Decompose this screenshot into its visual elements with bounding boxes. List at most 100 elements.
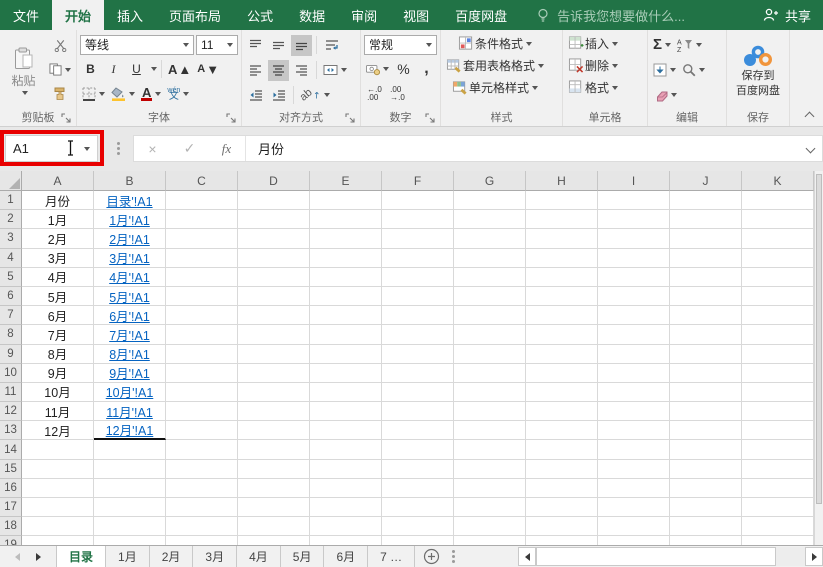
number-format-select[interactable]: 常规 <box>364 34 437 55</box>
cell-H10[interactable] <box>526 363 598 383</box>
insert-function-button[interactable]: fx <box>208 136 245 161</box>
cell-H13[interactable] <box>526 421 598 441</box>
cell-F16[interactable] <box>382 478 454 498</box>
cell-I17[interactable] <box>598 498 670 518</box>
cell-I11[interactable] <box>598 382 670 403</box>
cell-D8[interactable] <box>238 325 310 345</box>
cell-E3[interactable] <box>310 229 382 249</box>
cell-D4[interactable] <box>238 248 310 268</box>
cell-C6[interactable] <box>166 286 238 307</box>
cell-C15[interactable] <box>166 459 238 479</box>
row-header-14[interactable]: 14 <box>0 440 22 460</box>
cell-B13[interactable]: 12月'!A1 <box>94 421 166 441</box>
cell-I13[interactable] <box>598 421 670 441</box>
font-size-select[interactable]: 11 <box>196 34 238 55</box>
row-header-13[interactable]: 13 <box>0 421 22 441</box>
paste-button[interactable]: 粘贴 <box>3 33 44 108</box>
clear-button[interactable] <box>651 85 679 106</box>
cell-A17[interactable] <box>22 498 94 518</box>
cell-I7[interactable] <box>598 306 670 326</box>
cell-D17[interactable] <box>238 498 310 518</box>
cell-E5[interactable] <box>310 267 382 287</box>
cell-B3[interactable]: 2月'!A1 <box>94 229 166 249</box>
cell-C16[interactable] <box>166 478 238 498</box>
cell-D7[interactable] <box>238 306 310 326</box>
percent-style-button[interactable]: % <box>393 59 414 80</box>
cell-J11[interactable] <box>670 382 742 403</box>
sheet-tab-5月[interactable]: 5月 <box>281 546 325 567</box>
hscroll-left-arrow[interactable] <box>518 547 536 566</box>
column-header-K[interactable]: K <box>742 171 814 191</box>
cell-C18[interactable] <box>166 517 238 537</box>
merge-center-button[interactable] <box>321 60 349 81</box>
cell-F3[interactable] <box>382 229 454 249</box>
cell-K12[interactable] <box>742 402 814 422</box>
cell-B9[interactable]: 8月'!A1 <box>94 344 166 364</box>
cell-C2[interactable] <box>166 210 238 230</box>
column-header-G[interactable]: G <box>454 171 526 191</box>
cell-F17[interactable] <box>382 498 454 518</box>
autosum-button[interactable]: Σ <box>651 35 673 56</box>
cell-B18[interactable] <box>94 517 166 537</box>
hyperlink-cell-B9[interactable]: 8月'!A1 <box>109 345 150 363</box>
cell-F1[interactable] <box>382 191 454 211</box>
column-header-H[interactable]: H <box>526 171 598 191</box>
cell-F2[interactable] <box>382 210 454 230</box>
cell-I1[interactable] <box>598 191 670 211</box>
row-header-4[interactable]: 4 <box>0 248 22 268</box>
cell-J1[interactable] <box>670 191 742 211</box>
cell-D1[interactable] <box>238 191 310 211</box>
cell-I5[interactable] <box>598 267 670 287</box>
cell-D2[interactable] <box>238 210 310 230</box>
column-header-D[interactable]: D <box>238 171 310 191</box>
cell-F12[interactable] <box>382 402 454 422</box>
cell-C13[interactable] <box>166 421 238 441</box>
sheet-tab-3月[interactable]: 3月 <box>193 546 238 567</box>
cell-K18[interactable] <box>742 517 814 537</box>
cell-I8[interactable] <box>598 325 670 345</box>
cell-A8[interactable]: 7月 <box>22 325 94 345</box>
cell-E16[interactable] <box>310 478 382 498</box>
menu-tab-百度网盘[interactable]: 百度网盘 <box>442 0 520 30</box>
row-header-18[interactable]: 18 <box>0 517 22 537</box>
cell-J19[interactable] <box>670 536 742 545</box>
cell-C5[interactable] <box>166 267 238 287</box>
row-header-17[interactable]: 17 <box>0 498 22 518</box>
cell-F15[interactable] <box>382 459 454 479</box>
tell-me-search[interactable]: 告诉我您想要做什么... <box>536 0 685 30</box>
cell-J12[interactable] <box>670 402 742 422</box>
cell-C4[interactable] <box>166 248 238 268</box>
row-header-12[interactable]: 12 <box>0 402 22 422</box>
cell-D14[interactable] <box>238 440 310 460</box>
cell-C12[interactable] <box>166 402 238 422</box>
cell-G17[interactable] <box>454 498 526 518</box>
cell-J8[interactable] <box>670 325 742 345</box>
cell-E18[interactable] <box>310 517 382 537</box>
cell-D13[interactable] <box>238 421 310 441</box>
formula-bar[interactable]: × ✓ fx 月份 <box>133 135 823 162</box>
align-left-button[interactable] <box>245 60 266 81</box>
italic-button[interactable]: I <box>103 59 124 80</box>
hscroll-track[interactable] <box>536 547 805 566</box>
name-box-dropdown-arrow[interactable] <box>84 146 90 151</box>
cell-G12[interactable] <box>454 402 526 422</box>
cell-E2[interactable] <box>310 210 382 230</box>
hyperlink-cell-B3[interactable]: 2月'!A1 <box>109 229 150 247</box>
cell-J14[interactable] <box>670 440 742 460</box>
cell-H18[interactable] <box>526 517 598 537</box>
share-button[interactable]: 共享 <box>751 0 823 30</box>
cell-E7[interactable] <box>310 306 382 326</box>
column-header-I[interactable]: I <box>598 171 670 191</box>
sort-filter-button[interactable]: A Z <box>675 35 704 56</box>
hyperlink-cell-B6[interactable]: 5月'!A1 <box>109 287 150 305</box>
menu-tab-插入[interactable]: 插入 <box>104 0 156 30</box>
hyperlink-cell-B11[interactable]: 10月'!A1 <box>106 383 154 401</box>
decrease-font-button[interactable]: A ▼ <box>195 59 221 80</box>
cell-B17[interactable] <box>94 498 166 518</box>
cell-G4[interactable] <box>454 248 526 268</box>
sheet-tab-目录[interactable]: 目录 <box>57 546 107 567</box>
fill-color-button[interactable] <box>109 84 137 105</box>
hyperlink-cell-B4[interactable]: 3月'!A1 <box>109 249 150 267</box>
underline-button[interactable]: U <box>126 59 147 80</box>
cell-A6[interactable]: 5月 <box>22 286 94 307</box>
